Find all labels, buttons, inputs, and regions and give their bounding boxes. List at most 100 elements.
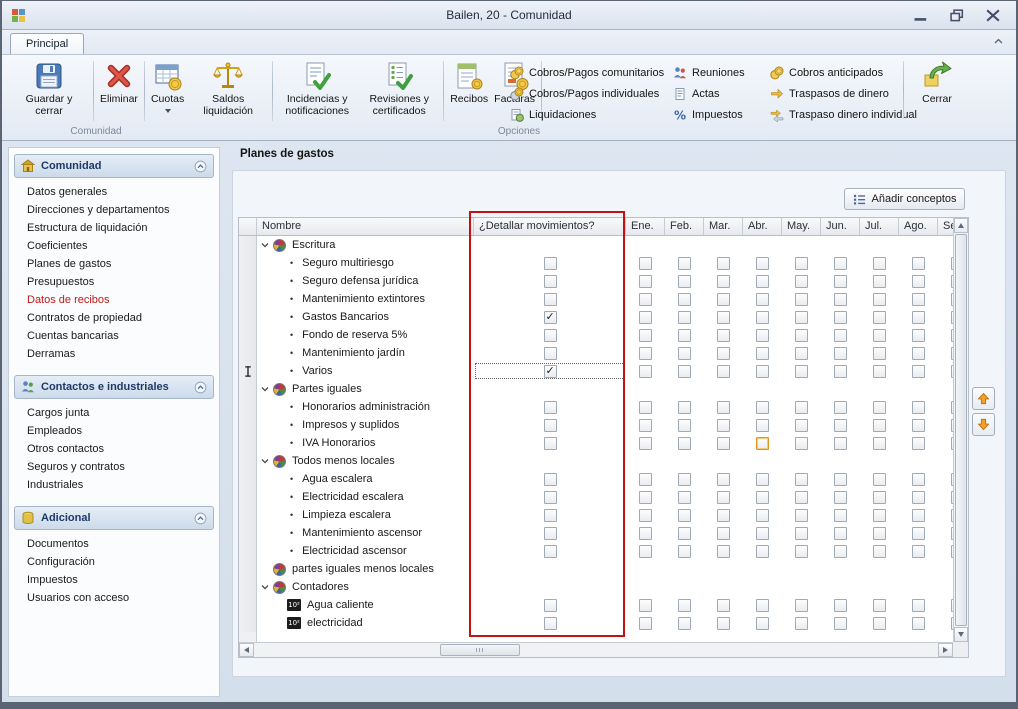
month-checkbox-ene[interactable]	[639, 311, 652, 324]
restore-button[interactable]	[948, 9, 966, 22]
month-checkbox-jun[interactable]	[834, 419, 847, 432]
month-checkbox-ene[interactable]	[639, 473, 652, 486]
sidebar-item-documentos[interactable]: Documentos	[14, 535, 214, 553]
sidebar-item-direcciones-y-departamentos[interactable]: Direcciones y departamentos	[14, 201, 214, 219]
month-checkbox-abr[interactable]	[756, 473, 769, 486]
column-header-nombre[interactable]: Nombre	[257, 218, 474, 235]
row-selector[interactable]	[239, 398, 257, 416]
horizontal-scrollbar[interactable]	[239, 642, 953, 657]
month-checkbox-abr[interactable]	[756, 509, 769, 522]
month-checkbox-ago[interactable]	[912, 473, 925, 486]
row-label-cell[interactable]: Impresos y suplidos	[257, 416, 474, 434]
option-reuniones[interactable]: Reuniones	[673, 62, 770, 83]
month-checkbox-ago[interactable]	[912, 401, 925, 414]
month-checkbox-jul[interactable]	[873, 347, 886, 360]
option-cobros-anticipados[interactable]: Cobros anticipados	[770, 62, 930, 83]
sidebar-item-derramas[interactable]: Derramas	[14, 345, 214, 363]
detallar-checkbox[interactable]	[544, 599, 557, 612]
month-checkbox-abr[interactable]	[756, 401, 769, 414]
month-checkbox-jul[interactable]	[873, 473, 886, 486]
row-selector[interactable]	[239, 416, 257, 434]
row-label-cell[interactable]: Electricidad ascensor	[257, 542, 474, 560]
month-checkbox-may[interactable]	[795, 527, 808, 540]
month-checkbox-jun[interactable]	[834, 599, 847, 612]
ribbon-button-guardar-y-cerrar[interactable]: Guardar y cerrar	[8, 58, 90, 124]
ribbon-button-recibos[interactable]: Recibos	[447, 58, 491, 124]
month-checkbox-abr[interactable]	[756, 275, 769, 288]
month-checkbox-ene[interactable]	[639, 509, 652, 522]
scroll-up-button[interactable]	[954, 218, 968, 233]
month-checkbox-feb[interactable]	[678, 545, 691, 558]
column-header-abr[interactable]: Abr.	[743, 218, 782, 235]
month-checkbox-mar[interactable]	[717, 365, 730, 378]
scroll-right-button[interactable]	[938, 643, 953, 657]
chevron-up-icon[interactable]	[194, 160, 207, 173]
month-checkbox-ene[interactable]	[639, 329, 652, 342]
sidebar-item-datos-de-recibos[interactable]: Datos de recibos	[14, 291, 214, 309]
month-checkbox-feb[interactable]	[678, 293, 691, 306]
sidebar-item-planes-de-gastos[interactable]: Planes de gastos	[14, 255, 214, 273]
month-checkbox-jun[interactable]	[834, 275, 847, 288]
month-checkbox-ene[interactable]	[639, 419, 652, 432]
row-selector[interactable]	[239, 596, 257, 614]
month-checkbox-jul[interactable]	[873, 401, 886, 414]
month-checkbox-ene[interactable]	[639, 599, 652, 612]
month-checkbox-feb[interactable]	[678, 617, 691, 630]
month-checkbox-feb[interactable]	[678, 509, 691, 522]
row-label-cell[interactable]: Agua escalera	[257, 470, 474, 488]
month-checkbox-ene[interactable]	[639, 365, 652, 378]
month-checkbox-abr[interactable]	[756, 617, 769, 630]
sidebar-header-contactos-e-industriales[interactable]: Contactos e industriales	[14, 375, 214, 399]
row-selector[interactable]	[239, 488, 257, 506]
ribbon-button-saldos-liquidaci-n[interactable]: Saldos liquidación	[187, 58, 269, 124]
month-checkbox-may[interactable]	[795, 329, 808, 342]
month-checkbox-mar[interactable]	[717, 599, 730, 612]
month-checkbox-feb[interactable]	[678, 329, 691, 342]
row-label-cell[interactable]: Varios	[257, 362, 474, 380]
expand-chevron-icon[interactable]	[261, 385, 269, 393]
detallar-checkbox[interactable]	[544, 275, 557, 288]
month-checkbox-jul[interactable]	[873, 437, 886, 450]
month-checkbox-jun[interactable]	[834, 527, 847, 540]
horizontal-scroll-thumb[interactable]	[440, 644, 520, 656]
row-selector[interactable]	[239, 578, 257, 596]
option-actas[interactable]: Actas	[673, 83, 770, 104]
month-checkbox-jun[interactable]	[834, 293, 847, 306]
month-checkbox-ago[interactable]	[912, 509, 925, 522]
month-checkbox-may[interactable]	[795, 617, 808, 630]
row-label-cell[interactable]: Honorarios administración	[257, 398, 474, 416]
month-checkbox-jul[interactable]	[873, 257, 886, 270]
month-checkbox-mar[interactable]	[717, 419, 730, 432]
scroll-down-button[interactable]	[954, 627, 968, 642]
month-checkbox-ago[interactable]	[912, 275, 925, 288]
expand-chevron-icon[interactable]	[261, 583, 269, 591]
month-checkbox-ago[interactable]	[912, 419, 925, 432]
detallar-checkbox[interactable]	[544, 329, 557, 342]
month-checkbox-jul[interactable]	[873, 617, 886, 630]
vertical-scrollbar[interactable]	[953, 218, 968, 642]
month-checkbox-jun[interactable]	[834, 545, 847, 558]
sidebar-item-contratos-de-propiedad[interactable]: Contratos de propiedad	[14, 309, 214, 327]
month-checkbox-ene[interactable]	[639, 347, 652, 360]
sidebar-item-impuestos[interactable]: Impuestos	[14, 571, 214, 589]
ribbon-button-eliminar[interactable]: Eliminar	[97, 58, 141, 124]
month-checkbox-may[interactable]	[795, 509, 808, 522]
month-checkbox-may[interactable]	[795, 257, 808, 270]
month-checkbox-jul[interactable]	[873, 509, 886, 522]
month-checkbox-ago[interactable]	[912, 599, 925, 612]
month-checkbox-may[interactable]	[795, 419, 808, 432]
month-checkbox-jul[interactable]	[873, 527, 886, 540]
month-checkbox-jun[interactable]	[834, 509, 847, 522]
month-checkbox-jun[interactable]	[834, 491, 847, 504]
move-down-button[interactable]	[972, 413, 995, 436]
month-checkbox-mar[interactable]	[717, 329, 730, 342]
chevron-up-icon[interactable]	[194, 512, 207, 525]
row-label-cell[interactable]: Contadores	[257, 578, 474, 596]
row-selector[interactable]	[239, 470, 257, 488]
month-checkbox-abr[interactable]	[756, 329, 769, 342]
month-checkbox-ene[interactable]	[639, 527, 652, 540]
cerrar-button[interactable]: Cerrar	[910, 58, 964, 106]
month-checkbox-abr[interactable]	[756, 419, 769, 432]
month-checkbox-may[interactable]	[795, 365, 808, 378]
column-header-jun[interactable]: Jun.	[821, 218, 860, 235]
